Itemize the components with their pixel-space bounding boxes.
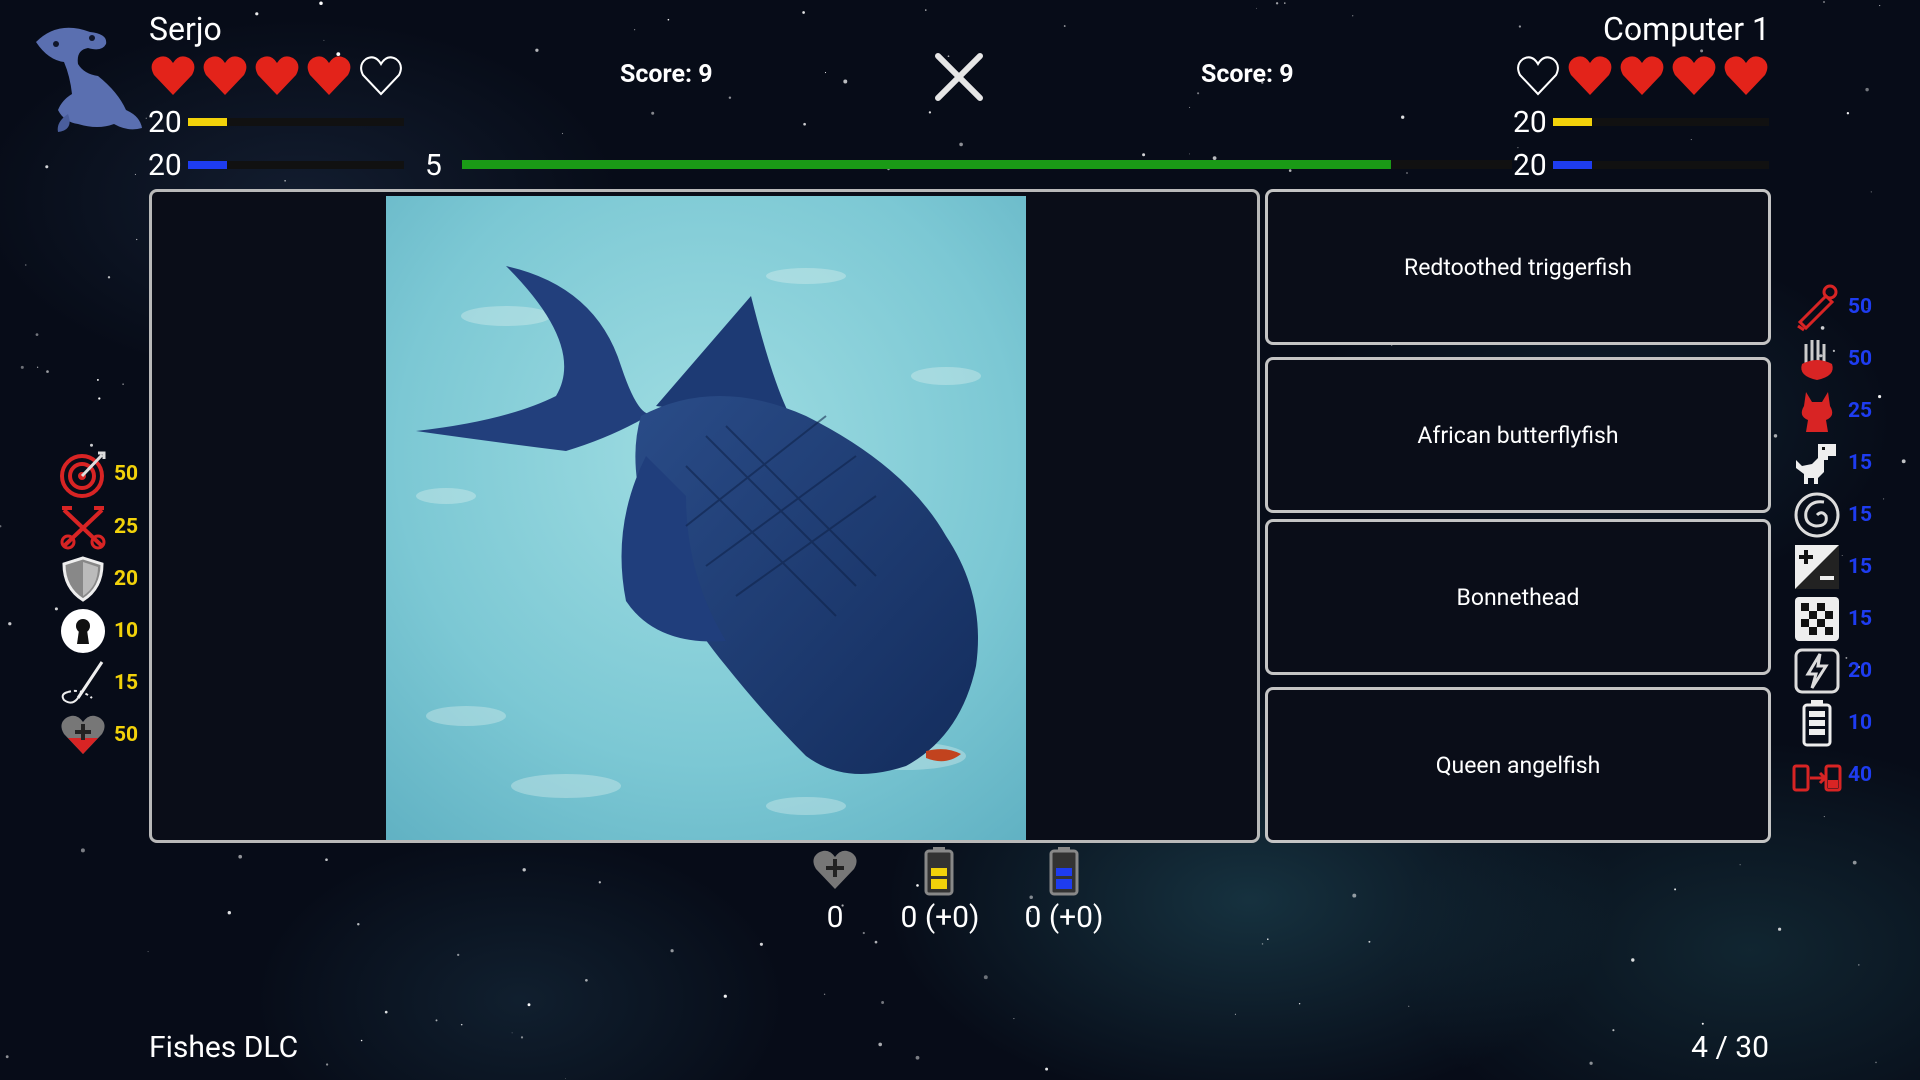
timer-bar — [462, 160, 1512, 169]
powerup-fishing-rod-value: 15 — [114, 671, 154, 695]
close-icon[interactable] — [932, 50, 986, 104]
player1-score: Score: 9 — [620, 60, 713, 89]
powerup-battery-transfer-value: 40 — [1848, 763, 1888, 787]
powerup-checkerboard-value: 15 — [1848, 607, 1888, 631]
answer-button-4[interactable]: Queen angelfish — [1265, 687, 1771, 843]
player2-yellow-value: 20 — [1513, 105, 1547, 140]
heart-empty-icon — [358, 54, 404, 98]
powerup-shield-value: 20 — [114, 567, 154, 591]
player2-hearts — [1515, 54, 1769, 98]
powerup-spiral-value: 15 — [1848, 503, 1888, 527]
powerup-dinosaur[interactable]: 15 — [1792, 438, 1888, 488]
player2-yellow-bar — [1553, 118, 1769, 126]
answer-button-1[interactable]: Redtoothed triggerfish — [1265, 189, 1771, 345]
powerup-heart-plus[interactable]: 50 — [58, 710, 154, 760]
player2-score: Score: 9 — [1201, 60, 1294, 89]
player2-name: Computer 1 — [1603, 10, 1770, 48]
powerup-crossed-tools[interactable]: 25 — [58, 502, 154, 552]
fishing-rod-icon — [58, 658, 108, 708]
avatar — [28, 14, 148, 140]
powerup-heart-plus-value: 50 — [114, 723, 154, 747]
powerup-crossed-tools-value: 25 — [114, 515, 154, 539]
heart-full-icon — [1619, 54, 1665, 98]
powerup-shield[interactable]: 20 — [58, 554, 154, 604]
burning-hand-icon — [1792, 334, 1842, 384]
heart-full-icon — [1567, 54, 1613, 98]
blue-battery-count: 0 (+0) — [1004, 900, 1124, 935]
spiral-icon — [1792, 490, 1842, 540]
yellow-battery-icon — [922, 846, 956, 896]
heart-full-icon — [306, 54, 352, 98]
checkerboard-icon — [1792, 594, 1842, 644]
dinosaur-icon — [1792, 438, 1842, 488]
heart-full-icon — [254, 54, 300, 98]
powerup-potion-value: 50 — [1848, 295, 1888, 319]
powerup-red-devil[interactable]: 25 — [1792, 386, 1888, 436]
keyhole-icon — [58, 606, 108, 656]
heart-full-icon — [150, 54, 196, 98]
player1-yellow-value: 20 — [148, 105, 182, 140]
player1-blue-value: 20 — [148, 148, 182, 183]
powerup-potion[interactable]: 50 — [1792, 282, 1888, 332]
heart-plus-bottom-icon — [808, 845, 862, 895]
heart-full-icon — [1671, 54, 1717, 98]
player1-name: Serjo — [149, 10, 222, 48]
powerup-plus-minus-value: 15 — [1848, 555, 1888, 579]
powerup-lightning[interactable]: 20 — [1792, 646, 1888, 696]
powerup-red-devil-value: 25 — [1848, 399, 1888, 423]
shield-icon — [58, 554, 108, 604]
powerup-checkerboard[interactable]: 15 — [1792, 594, 1888, 644]
battery-transfer-icon — [1792, 750, 1842, 800]
powerup-fishing-rod[interactable]: 15 — [58, 658, 154, 708]
powerup-target-value: 50 — [114, 462, 154, 486]
red-devil-icon — [1792, 386, 1842, 436]
plus-minus-icon — [1792, 542, 1842, 592]
powerup-battery[interactable]: 10 — [1792, 698, 1888, 748]
powerup-spiral[interactable]: 15 — [1792, 490, 1888, 540]
pack-name: Fishes DLC — [149, 1030, 298, 1065]
answer-button-3[interactable]: Bonnethead — [1265, 519, 1771, 675]
player1-hearts — [150, 54, 404, 98]
heart-plus-icon — [58, 710, 108, 760]
heart-full-icon — [1723, 54, 1769, 98]
heart-count: 0 — [820, 900, 850, 935]
powerup-plus-minus[interactable]: 15 — [1792, 542, 1888, 592]
target-icon — [58, 449, 108, 499]
timer-value: 5 — [425, 148, 442, 183]
powerup-burning-hand[interactable]: 50 — [1792, 334, 1888, 384]
powerup-dinosaur-value: 15 — [1848, 451, 1888, 475]
player2-blue-value: 20 — [1513, 148, 1547, 183]
blue-battery-icon — [1047, 846, 1081, 896]
player1-blue-bar — [188, 161, 404, 169]
answer-button-2[interactable]: African butterflyfish — [1265, 357, 1771, 513]
yellow-battery-count: 0 (+0) — [880, 900, 1000, 935]
powerup-battery-transfer[interactable]: 40 — [1792, 750, 1888, 800]
powerup-target[interactable]: 50 — [58, 449, 154, 499]
powerup-keyhole-value: 10 — [114, 619, 154, 643]
powerup-keyhole[interactable]: 10 — [58, 606, 154, 656]
question-image-panel — [149, 189, 1260, 843]
heart-empty-icon — [1515, 54, 1561, 98]
fish-photo — [386, 196, 1026, 840]
battery-icon — [1792, 698, 1842, 748]
powerup-burning-hand-value: 50 — [1848, 347, 1888, 371]
question-progress: 4 / 30 — [1691, 1030, 1769, 1065]
powerup-battery-value: 10 — [1848, 711, 1888, 735]
powerup-lightning-value: 20 — [1848, 659, 1888, 683]
crossed-tools-icon — [58, 502, 108, 552]
player2-blue-bar — [1553, 161, 1769, 169]
lightning-icon — [1792, 646, 1842, 696]
heart-full-icon — [202, 54, 248, 98]
player1-yellow-bar — [188, 118, 404, 126]
potion-icon — [1792, 282, 1842, 332]
